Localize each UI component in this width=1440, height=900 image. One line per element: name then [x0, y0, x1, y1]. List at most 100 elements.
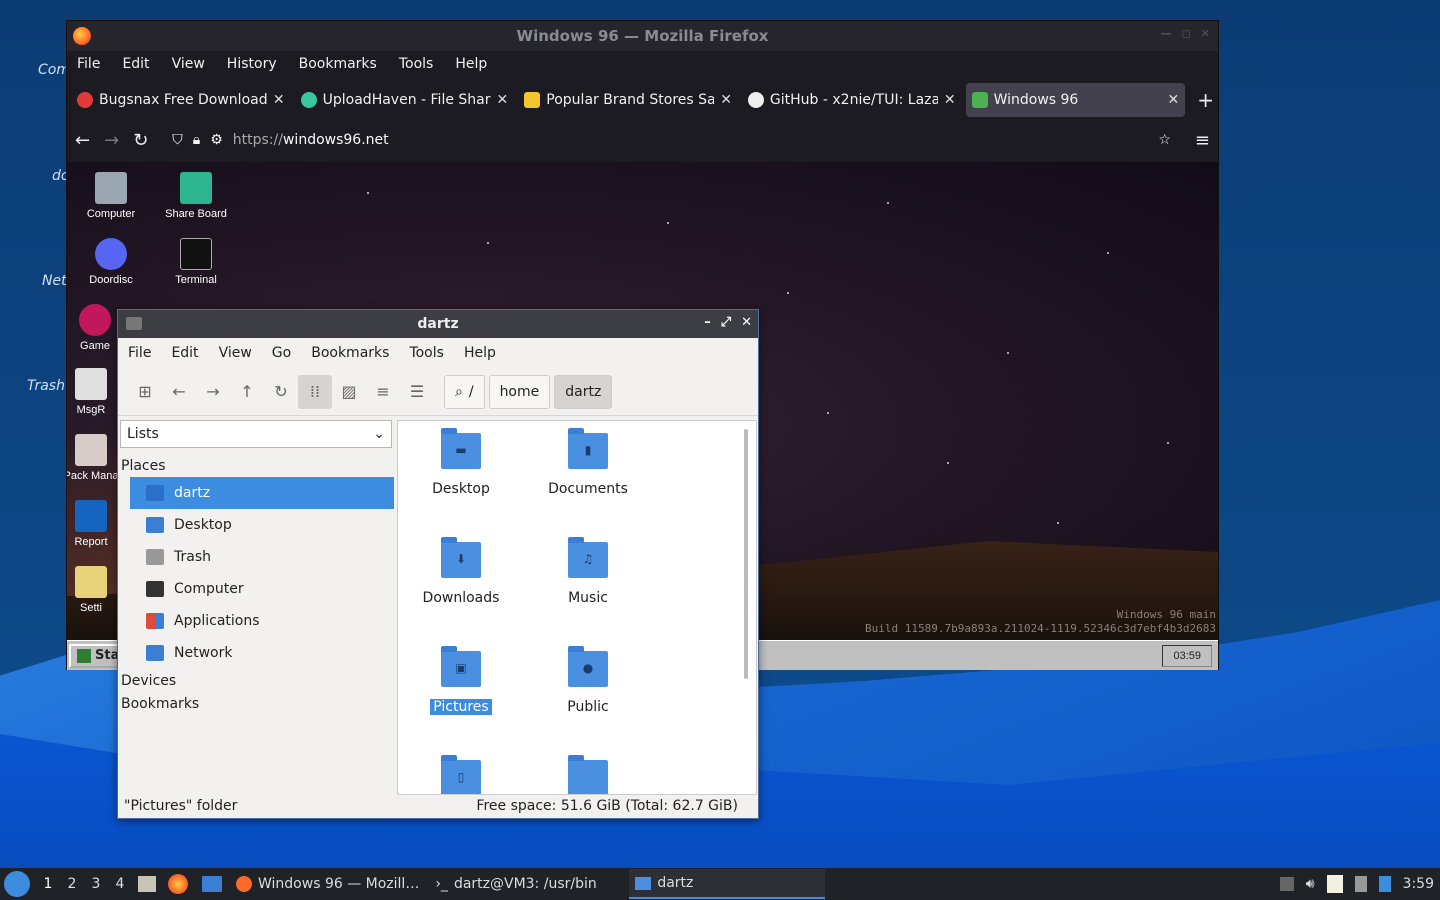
fm-menu-file[interactable]: File — [128, 345, 151, 361]
sidebar-item-desktop[interactable]: Desktop — [130, 509, 394, 541]
tab-uploadhaven[interactable]: UploadHaven - File Shari ✕ — [295, 83, 515, 117]
app-menu-icon[interactable] — [4, 871, 30, 897]
close-icon[interactable]: ✕ — [1201, 27, 1210, 40]
close-tab-icon[interactable]: ✕ — [1167, 92, 1179, 108]
menu-bookmarks[interactable]: Bookmarks — [299, 56, 377, 72]
menu-tools[interactable]: Tools — [399, 56, 434, 72]
menu-history[interactable]: History — [227, 56, 277, 72]
back-icon[interactable]: ← — [162, 375, 196, 409]
forward-icon[interactable]: → — [196, 375, 230, 409]
menu-edit[interactable]: Edit — [122, 56, 149, 72]
network-tray-icon[interactable] — [1354, 876, 1367, 892]
fm-menu-view[interactable]: View — [219, 345, 252, 361]
minimize-icon[interactable]: — — [1161, 27, 1172, 40]
w96-icon-shareboard[interactable]: Share Board — [154, 172, 238, 220]
folder-item[interactable]: ▬ Desktop — [401, 428, 521, 497]
permissions-icon[interactable]: ⚙ — [210, 132, 223, 148]
sidebar-item-network[interactable]: Network — [130, 637, 394, 669]
crumb-dartz[interactable]: dartz — [554, 374, 613, 409]
up-icon[interactable]: ↑ — [230, 375, 264, 409]
w96-icon-doordisc[interactable]: Doordisc — [69, 238, 153, 286]
desktop-launcher-icon[interactable] — [202, 876, 222, 892]
bookmarks-header[interactable]: Bookmarks — [118, 692, 394, 715]
crumb-root[interactable]: ⌕ / — [444, 374, 485, 409]
reload-icon[interactable]: ↻ — [264, 375, 298, 409]
devices-header[interactable]: Devices — [118, 669, 394, 692]
fm-menu-edit[interactable]: Edit — [171, 345, 198, 361]
sidebar-item-computer[interactable]: Computer — [130, 573, 394, 605]
close-icon[interactable]: ✕ — [741, 315, 752, 330]
clock[interactable]: 3:59 — [1403, 876, 1434, 892]
shield-icon[interactable]: ⛉ — [172, 132, 183, 148]
places-header[interactable]: Places — [118, 454, 394, 477]
workspace-4[interactable]: 4 — [108, 876, 132, 892]
folder-item[interactable]: ▯ — [401, 755, 521, 794]
file-manager-launcher-icon[interactable] — [138, 876, 156, 892]
tab-windows96[interactable]: Windows 96 ✕ — [965, 83, 1186, 117]
menu-help[interactable]: Help — [455, 56, 487, 72]
minimize-icon[interactable]: – — [704, 315, 711, 330]
fm-menu-bookmarks[interactable]: Bookmarks — [311, 345, 389, 361]
taskbar-item-dartz[interactable]: dartz — [629, 869, 826, 899]
firefox-launcher-icon[interactable] — [168, 874, 188, 894]
lock-icon[interactable]: 🔒︎ — [193, 132, 200, 148]
taskbar-item-terminal[interactable]: ›_ dartz@VM3: /usr/bin — [429, 869, 625, 899]
tab-popular-brands[interactable]: Popular Brand Stores Sal ✕ — [518, 83, 738, 117]
folder-item[interactable]: ⬇ Downloads — [401, 537, 521, 606]
search-icon[interactable]: ⌕ — [455, 384, 463, 400]
tab-bugsnax[interactable]: Bugsnax Free Download ✕ — [71, 83, 291, 117]
list-view-icon[interactable]: ☰ — [400, 375, 434, 409]
folder-item[interactable] — [528, 755, 648, 794]
new-tab-icon[interactable]: + — [1197, 88, 1214, 112]
fm-titlebar[interactable]: dartz – ⤢ ✕ — [118, 310, 758, 338]
close-tab-icon[interactable]: ✕ — [497, 92, 509, 108]
taskbar-item-firefox[interactable]: Windows 96 — Mozill… — [230, 869, 425, 899]
url-scheme: https:// — [232, 132, 283, 148]
reload-icon[interactable]: ↻ — [133, 130, 148, 151]
tab-github[interactable]: GitHub - x2nie/TUI: Laza ✕ — [742, 83, 962, 117]
close-tab-icon[interactable]: ✕ — [273, 92, 285, 108]
sidebar-item-applications[interactable]: Applications — [130, 605, 394, 637]
workspace-2[interactable]: 2 — [60, 876, 84, 892]
star-icon[interactable]: ☆ — [1158, 132, 1171, 148]
new-tab-icon[interactable]: ⊞ — [128, 375, 162, 409]
icon-view-icon[interactable]: ⁞⁞ — [298, 374, 332, 409]
maximize-icon[interactable]: ◻ — [1182, 27, 1191, 40]
folder-item-selected[interactable]: ▣ Pictures — [401, 646, 521, 715]
fm-menu-tools[interactable]: Tools — [409, 345, 444, 361]
update-icon[interactable] — [1378, 876, 1391, 892]
close-tab-icon[interactable]: ✕ — [720, 92, 732, 108]
hamburger-menu-icon[interactable]: ≡ — [1195, 130, 1210, 151]
volume-icon[interactable]: 🔊︎ — [1306, 876, 1315, 892]
menu-file[interactable]: File — [77, 56, 100, 72]
sidebar-mode-select[interactable]: Lists ⌄ — [120, 420, 392, 448]
close-tab-icon[interactable]: ✕ — [944, 92, 956, 108]
url-bar[interactable]: ⛉ 🔒︎ ⚙ https://windows96.net ☆ — [162, 123, 1181, 157]
tray-arrow-icon[interactable] — [1279, 877, 1294, 891]
workspace-1[interactable]: 1 — [36, 876, 60, 892]
desktop-icon-label[interactable]: Trash — [27, 378, 65, 394]
thumbnail-view-icon[interactable]: ▨ — [332, 375, 366, 409]
fm-menu-help[interactable]: Help — [464, 345, 496, 361]
folder-item[interactable]: ● Public — [528, 646, 648, 715]
sidebar-item-dartz[interactable]: dartz — [130, 477, 394, 509]
back-icon[interactable]: ← — [75, 130, 90, 151]
maximize-icon[interactable]: ⤢ — [721, 315, 731, 330]
firefox-titlebar[interactable]: Windows 96 — Mozilla Firefox — ◻ ✕ — [67, 21, 1218, 51]
menu-view[interactable]: View — [172, 56, 205, 72]
scrollbar[interactable] — [744, 429, 748, 679]
workspace-3[interactable]: 3 — [84, 876, 108, 892]
w96-icon-terminal[interactable]: Terminal — [154, 238, 238, 286]
desktop-icon-label[interactable]: Net — [42, 273, 67, 289]
forward-icon[interactable]: → — [104, 130, 119, 151]
sidebar-item-trash[interactable]: Trash — [130, 541, 394, 573]
w96-icon-computer[interactable]: Computer — [69, 172, 153, 220]
crumb-home[interactable]: home — [488, 374, 551, 409]
folder-item[interactable]: ▮ Documents — [528, 428, 648, 497]
folder-icon — [126, 317, 142, 330]
computer-icon — [146, 581, 164, 597]
clipboard-icon[interactable] — [1326, 875, 1343, 893]
fm-menu-go[interactable]: Go — [272, 345, 291, 361]
compact-view-icon[interactable]: ≡ — [366, 375, 400, 409]
folder-item[interactable]: ♫ Music — [528, 537, 648, 606]
